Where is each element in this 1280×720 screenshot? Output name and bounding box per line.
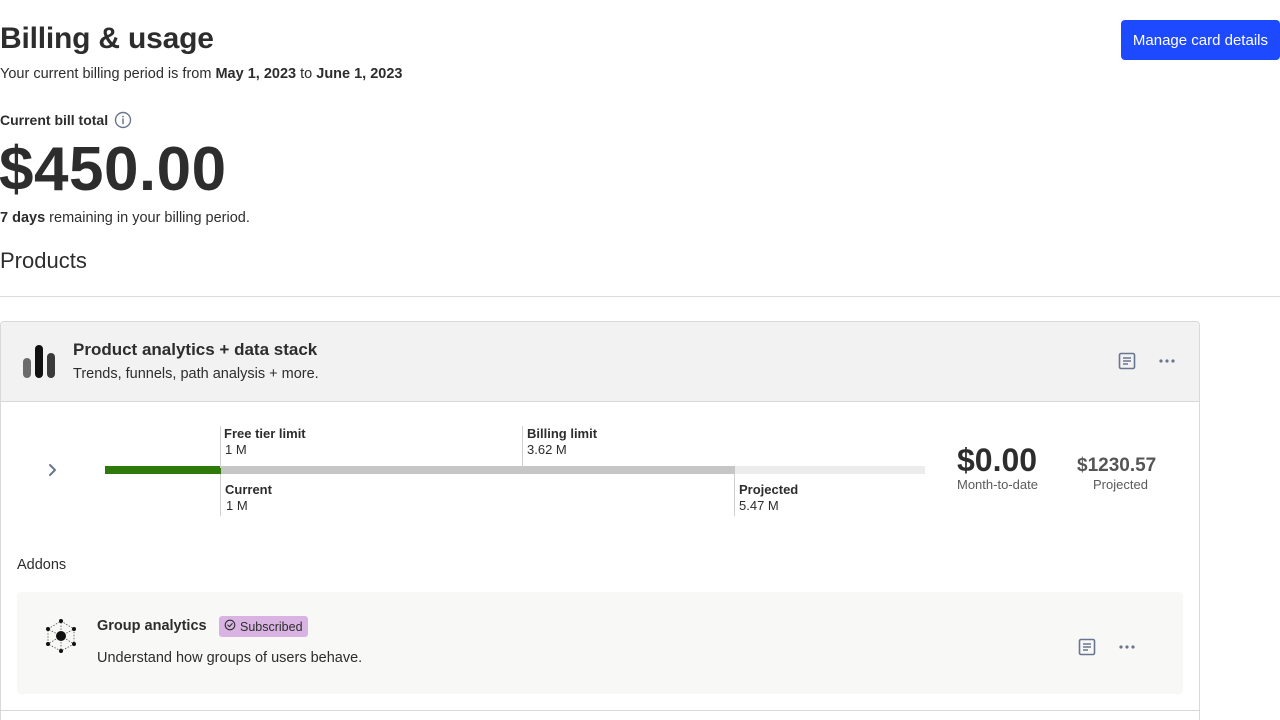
current-value: 1 M [226,498,248,513]
chevron-right-icon[interactable] [45,461,61,484]
current-label: Current [225,482,272,497]
addon-card: Group analytics Subscribed Understand ho… [17,592,1183,694]
addons-heading: Addons [17,557,67,573]
month-to-date-label: Month-to-date [957,477,1038,492]
page-title: Billing & usage [0,22,214,55]
addon-title: Group analytics [97,618,207,634]
period-end: June 1, 2023 [316,66,403,82]
billing-limit-value: 3.62 M [527,442,567,457]
card-divider [1,710,1199,711]
billing-period: Your current billing period is from May … [0,66,403,82]
period-prefix: Your current billing period is from [0,66,216,82]
projected-usage-label: Projected [739,482,799,497]
product-subtitle: Trends, funnels, path analysis + more. [73,366,319,382]
billing-page: Billing & usage Your current billing per… [0,0,1280,720]
bar-chart-icon [22,344,56,385]
current-marker [220,474,221,516]
more-icon[interactable] [1158,352,1176,375]
product-card: Product analytics + data stack Trends, f… [0,321,1200,720]
status-badge: Subscribed [219,616,308,637]
document-icon[interactable] [1118,352,1136,375]
check-circle-icon [224,619,236,634]
info-icon[interactable] [114,111,132,129]
period-start: May 1, 2023 [215,66,297,82]
product-title: Product analytics + data stack [73,340,318,359]
period-mid: to [296,66,317,82]
more-icon[interactable] [1118,638,1136,661]
product-card-header: Product analytics + data stack Trends, f… [1,322,1199,402]
projected-amount: $1230.57 [1077,455,1157,476]
billing-limit-label: Billing limit [527,426,598,441]
divider [0,296,1280,297]
bill-total-amount: $450.00 [0,135,227,204]
projected-usage-value: 5.47 M [739,498,779,513]
manage-card-details-button[interactable]: Manage card details [1120,20,1280,60]
group-analytics-icon [45,619,77,658]
document-icon[interactable] [1078,638,1096,661]
usage-bar-current [105,466,221,474]
addon-subtitle: Understand how groups of users behave. [97,650,363,666]
current-bill-label: Current bill total [0,111,132,129]
free-tier-value: 1 M [225,442,247,457]
free-tier-marker [220,426,221,468]
days-count: 7 days [0,210,46,226]
days-remaining: 7 days remaining in your billing period. [0,210,250,226]
products-heading: Products [0,248,87,273]
projected-marker [734,474,735,516]
status-badge-text: Subscribed [240,619,303,634]
current-bill-label-text: Current bill total [0,112,109,128]
billing-limit-marker [522,426,523,468]
projected-amount-label: Projected [1093,477,1148,492]
month-to-date-amount: $0.00 [957,442,1038,478]
free-tier-label: Free tier limit [224,426,306,441]
days-suffix: remaining in your billing period. [45,210,250,226]
